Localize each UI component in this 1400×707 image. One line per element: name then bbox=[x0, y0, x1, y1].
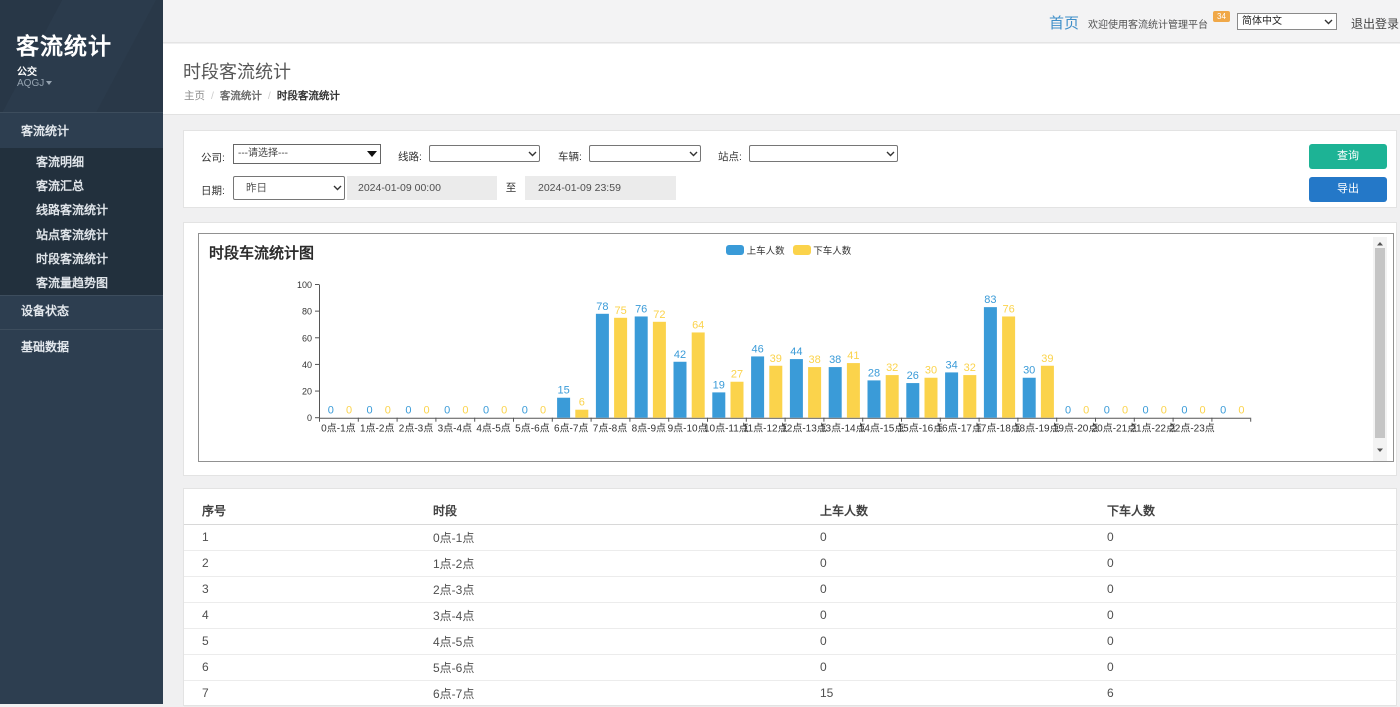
svg-text:0: 0 bbox=[1220, 405, 1226, 417]
svg-text:0: 0 bbox=[1104, 405, 1110, 417]
svg-text:38: 38 bbox=[808, 354, 820, 366]
svg-text:0: 0 bbox=[522, 405, 528, 417]
svg-text:9点-10点: 9点-10点 bbox=[668, 423, 708, 435]
svg-text:100: 100 bbox=[297, 280, 312, 290]
svg-text:0: 0 bbox=[483, 405, 489, 417]
svg-text:2点-3点: 2点-3点 bbox=[399, 423, 433, 435]
svg-text:28: 28 bbox=[868, 367, 880, 379]
svg-text:75: 75 bbox=[614, 305, 626, 317]
svg-text:27: 27 bbox=[731, 369, 743, 381]
svg-text:72: 72 bbox=[653, 309, 665, 321]
svg-text:0: 0 bbox=[444, 405, 450, 417]
svg-text:76: 76 bbox=[635, 303, 647, 315]
svg-text:0: 0 bbox=[462, 405, 468, 417]
svg-text:34: 34 bbox=[945, 359, 957, 371]
svg-text:0: 0 bbox=[346, 405, 352, 417]
svg-text:4点-5点: 4点-5点 bbox=[476, 423, 510, 435]
svg-text:46: 46 bbox=[751, 343, 763, 355]
svg-text:0: 0 bbox=[540, 405, 546, 417]
svg-text:0: 0 bbox=[307, 413, 312, 423]
svg-text:0: 0 bbox=[385, 405, 391, 417]
svg-text:0: 0 bbox=[1238, 405, 1244, 417]
svg-text:8点-9点: 8点-9点 bbox=[632, 423, 666, 435]
svg-text:78: 78 bbox=[596, 301, 608, 313]
svg-text:30: 30 bbox=[925, 365, 937, 377]
svg-text:32: 32 bbox=[886, 362, 898, 374]
svg-text:30: 30 bbox=[1023, 365, 1035, 377]
svg-text:6: 6 bbox=[579, 397, 585, 409]
svg-text:19: 19 bbox=[713, 379, 725, 391]
svg-text:0: 0 bbox=[1083, 405, 1089, 417]
svg-text:3点-4点: 3点-4点 bbox=[438, 423, 472, 435]
svg-text:0: 0 bbox=[1181, 405, 1187, 417]
svg-text:0: 0 bbox=[1161, 405, 1167, 417]
svg-text:15: 15 bbox=[557, 385, 569, 397]
svg-text:0: 0 bbox=[1143, 405, 1149, 417]
svg-text:83: 83 bbox=[984, 294, 996, 306]
svg-text:38: 38 bbox=[829, 354, 841, 366]
svg-text:80: 80 bbox=[302, 307, 312, 317]
svg-text:20: 20 bbox=[302, 387, 312, 397]
svg-text:0: 0 bbox=[1122, 405, 1128, 417]
svg-text:60: 60 bbox=[302, 333, 312, 343]
svg-text:0: 0 bbox=[501, 405, 507, 417]
svg-text:32: 32 bbox=[964, 362, 976, 374]
svg-text:64: 64 bbox=[692, 319, 704, 331]
svg-text:0: 0 bbox=[1065, 405, 1071, 417]
svg-text:42: 42 bbox=[674, 349, 686, 361]
svg-text:39: 39 bbox=[1041, 353, 1053, 365]
svg-text:7点-8点: 7点-8点 bbox=[593, 423, 627, 435]
svg-text:1点-2点: 1点-2点 bbox=[360, 423, 394, 435]
svg-text:26: 26 bbox=[907, 370, 919, 382]
svg-text:76: 76 bbox=[1002, 303, 1014, 315]
svg-text:40: 40 bbox=[302, 360, 312, 370]
svg-text:0: 0 bbox=[405, 405, 411, 417]
svg-text:22点-23点: 22点-23点 bbox=[1169, 423, 1215, 435]
svg-text:0: 0 bbox=[1200, 405, 1206, 417]
svg-text:5点-6点: 5点-6点 bbox=[515, 423, 549, 435]
svg-text:39: 39 bbox=[770, 353, 782, 365]
svg-text:0: 0 bbox=[424, 405, 430, 417]
svg-text:0: 0 bbox=[328, 405, 334, 417]
svg-text:0点-1点: 0点-1点 bbox=[321, 423, 355, 435]
svg-text:44: 44 bbox=[790, 346, 802, 358]
svg-text:41: 41 bbox=[847, 350, 859, 362]
svg-text:0: 0 bbox=[367, 405, 373, 417]
svg-text:6点-7点: 6点-7点 bbox=[554, 423, 588, 435]
